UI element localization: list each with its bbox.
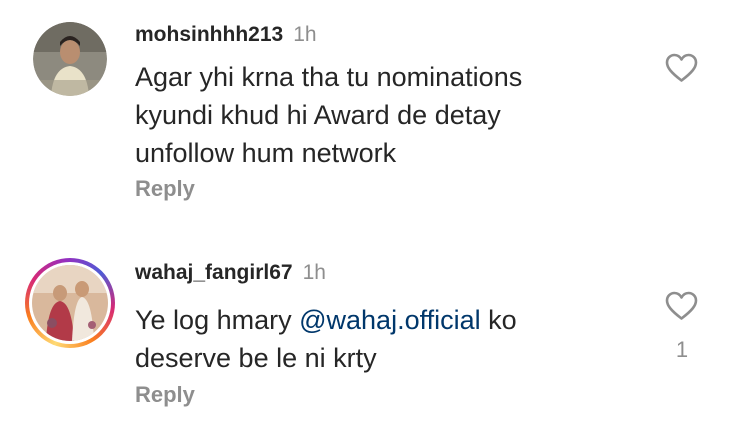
comment-text-line: kyundi khud hi Award de detay bbox=[135, 100, 501, 130]
heart-icon[interactable] bbox=[665, 53, 698, 83]
comment-item: wahaj_fangirl67 1h Ye log hmary @wahaj.of… bbox=[0, 213, 740, 426]
avatar[interactable] bbox=[33, 22, 107, 96]
comment-text: Agar yhi krna tha tu nominations kyundi … bbox=[135, 58, 635, 172]
wedding-photo-avatar-icon bbox=[32, 265, 108, 341]
username[interactable]: mohsinhhh213 bbox=[135, 23, 283, 46]
timestamp[interactable]: 1h bbox=[303, 261, 326, 284]
mention-link[interactable]: @wahaj.official bbox=[299, 305, 481, 335]
reply-button[interactable]: Reply bbox=[135, 176, 195, 202]
comment-text-line: unfollow hum network bbox=[135, 138, 397, 168]
like-count[interactable]: 1 bbox=[672, 337, 692, 363]
heart-icon[interactable] bbox=[665, 291, 698, 321]
comment-text-line: Ye log hmary @wahaj.official ko bbox=[135, 301, 635, 339]
comment-text-segment: ko bbox=[480, 305, 517, 335]
avatar bbox=[29, 262, 111, 344]
comment-text-line: Agar yhi krna tha tu nominations bbox=[135, 62, 523, 92]
timestamp[interactable]: 1h bbox=[293, 23, 316, 46]
comment-text-segment: Ye log hmary bbox=[135, 305, 300, 335]
username[interactable]: wahaj_fangirl67 bbox=[135, 261, 293, 284]
avatar-story-ring[interactable] bbox=[25, 258, 115, 348]
comment-text: Ye log hmary @wahaj.official ko deserve … bbox=[135, 301, 635, 377]
reply-button[interactable]: Reply bbox=[135, 382, 195, 408]
comment-meta: mohsinhhh213 1h bbox=[135, 22, 317, 48]
comment-text-line: deserve be le ni krty bbox=[135, 343, 377, 373]
comment-meta: wahaj_fangirl67 1h bbox=[135, 260, 326, 286]
comment-item: mohsinhhh213 1h Agar yhi krna tha tu nomi… bbox=[0, 0, 740, 213]
user-photo-avatar-icon bbox=[33, 22, 107, 96]
